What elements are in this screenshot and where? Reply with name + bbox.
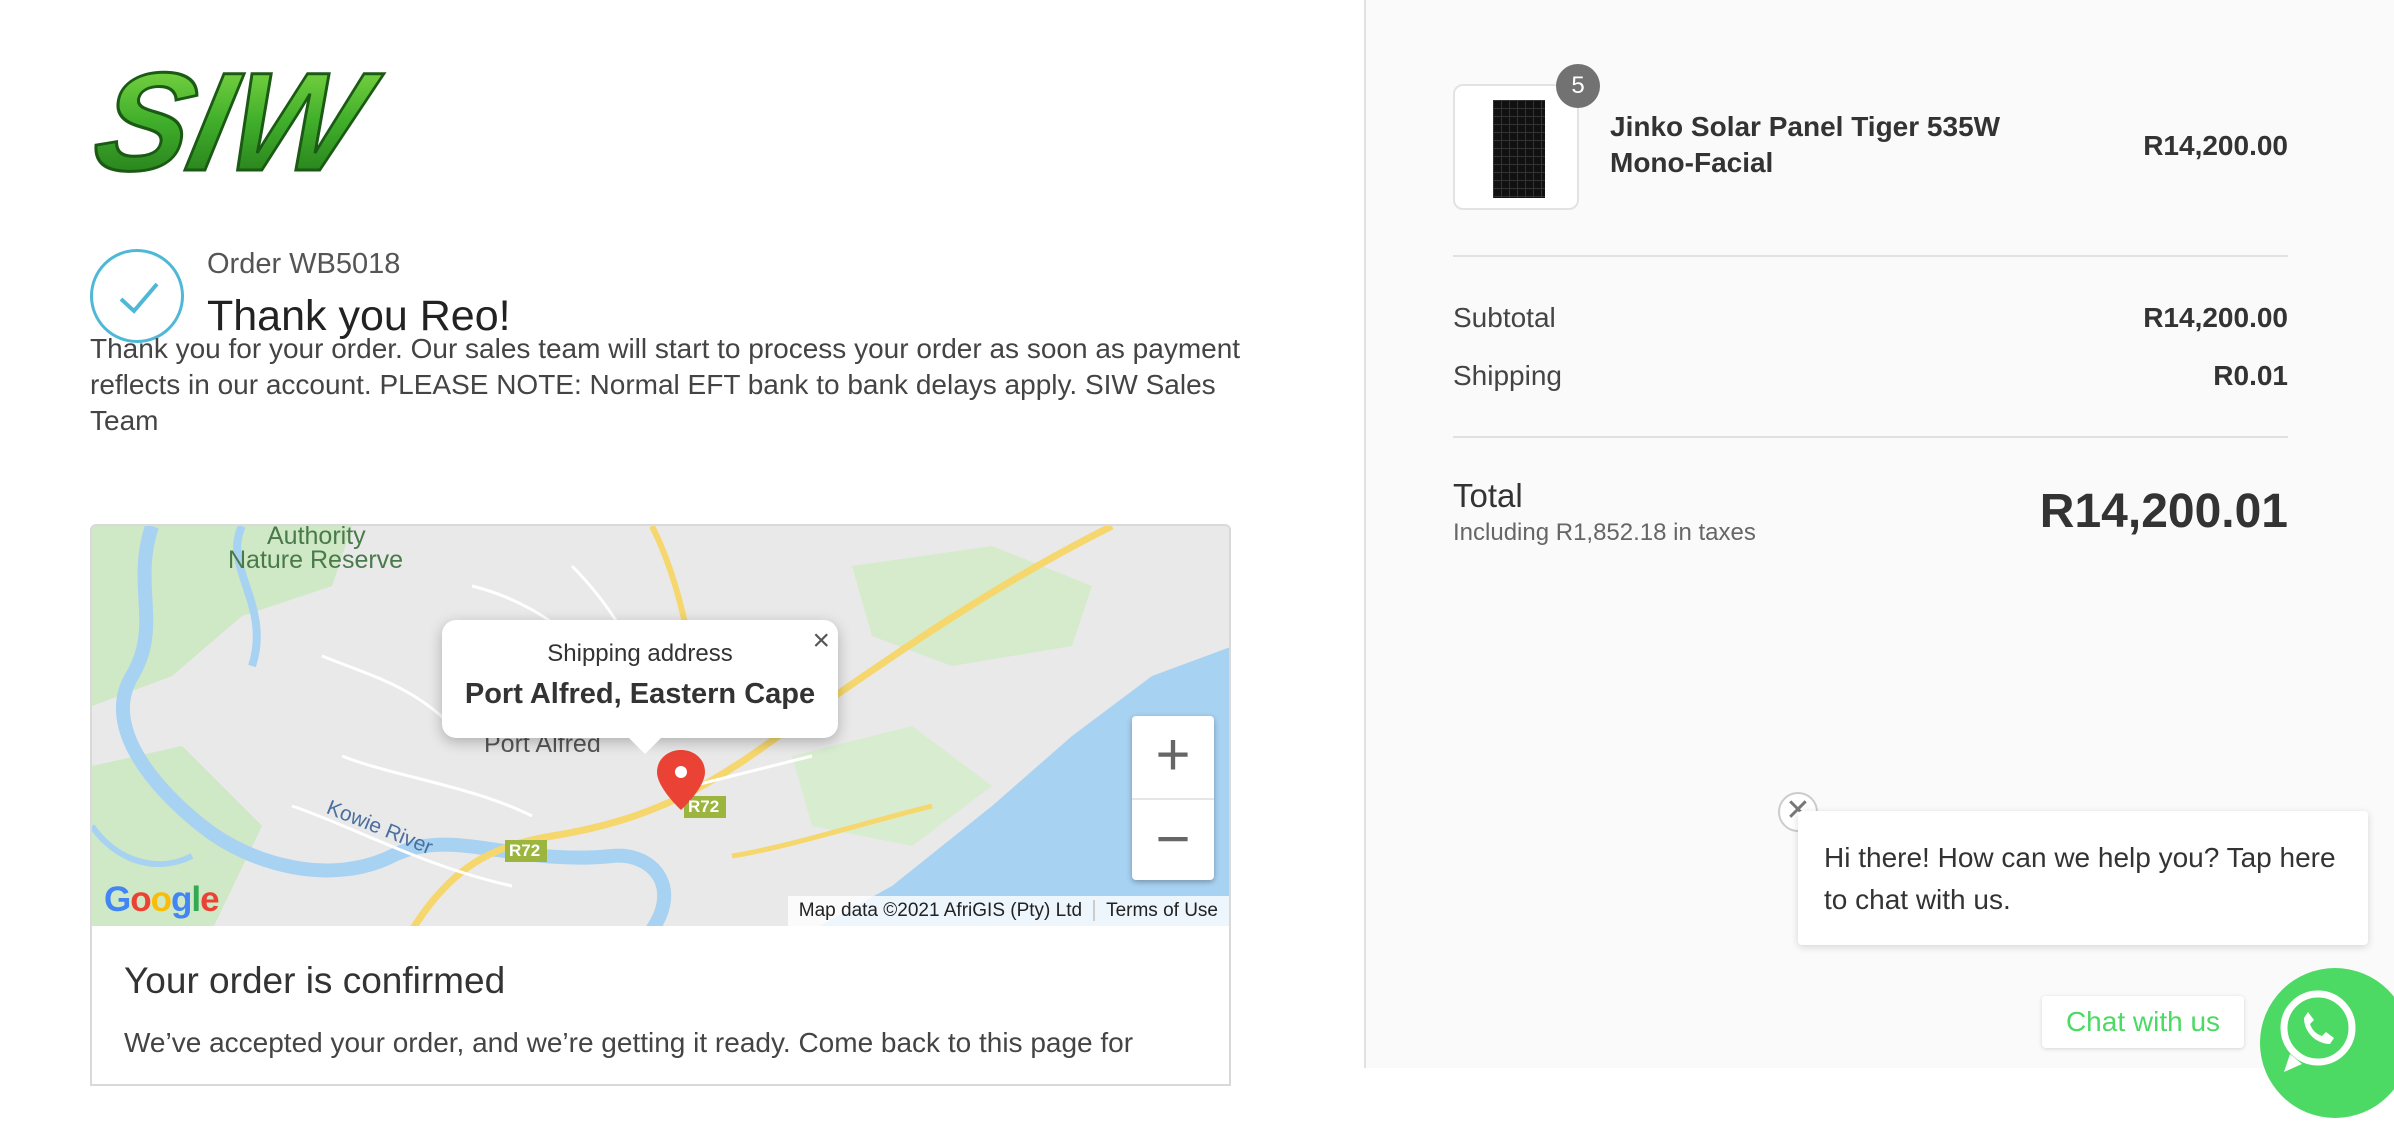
total-value: R14,200.01 [2039,485,2288,538]
siw-logo: SIW [88,62,392,182]
chat-prompt-bubble[interactable]: Hi there! How can we help you? Tap here … [1798,811,2368,945]
whatsapp-button[interactable] [2260,968,2394,1118]
thank-you-message: Thank you for your order. Our sales team… [90,333,1241,436]
svg-text:SIW: SIW [88,62,390,182]
shipping-address-popup: Shipping address Port Alfred, Eastern Ca… [442,620,838,754]
product-name: Jinko Solar Panel Tiger 535W Mono-Facial [1610,111,2001,178]
shipping-value: R0.01 [2213,360,2288,391]
map-label-reserve-2: Nature Reserve [228,546,404,574]
order-confirmed-section: Your order is confirmed We’ve accepted y… [90,926,1231,1086]
product-price: R14,200.00 [2143,130,2288,161]
order-confirmed-check-icon [90,249,184,343]
order-confirmed-title: Your order is confirmed [124,960,506,1001]
solar-panel-image [1493,100,1545,198]
popup-address: Port Alfred, Eastern Cape [464,678,816,710]
order-confirmed-text: We’ve accepted your order, and we’re get… [124,1027,1134,1058]
whatsapp-icon [2280,990,2356,1072]
divider [1453,436,2288,438]
shipping-label: Shipping [1453,360,1562,391]
google-logo: Google [104,880,220,919]
map-data-credit: Map data ©2021 AfriGIS (Pty) Ltd [798,900,1083,921]
order-number: Order WB5018 [207,248,401,280]
terms-of-use-link[interactable]: Terms of Use [1093,900,1229,921]
product-thumbnail [1453,84,1579,210]
map-attribution: Map data ©2021 AfriGIS (Pty) Ltd Terms of… [787,896,1229,926]
popup-label: Shipping address [547,640,733,667]
shipping-map[interactable]: Authority Nature Reserve Port Alfred Kow… [90,524,1231,928]
total-label: Total [1453,477,1523,514]
divider [1453,255,2288,257]
quantity-badge: 5 [1556,64,1600,108]
subtotal-value: R14,200.00 [2143,302,2288,333]
chat-with-us-button[interactable]: Chat with us [2042,996,2244,1048]
tax-note: Including R1,852.18 in taxes [1453,519,1756,546]
map-road-label: R72 [509,841,541,860]
zoom-out-button[interactable]: − [1132,798,1214,882]
zoom-in-button[interactable]: + [1132,716,1214,798]
map-road-label: R72 [688,797,720,816]
popup-close-icon[interactable]: × [812,624,830,658]
subtotal-label: Subtotal [1453,302,1556,333]
map-zoom-controls: + − [1132,716,1214,880]
main-content: SIW Order WB5018 Thank you Reo! Thank yo… [0,0,1364,1086]
